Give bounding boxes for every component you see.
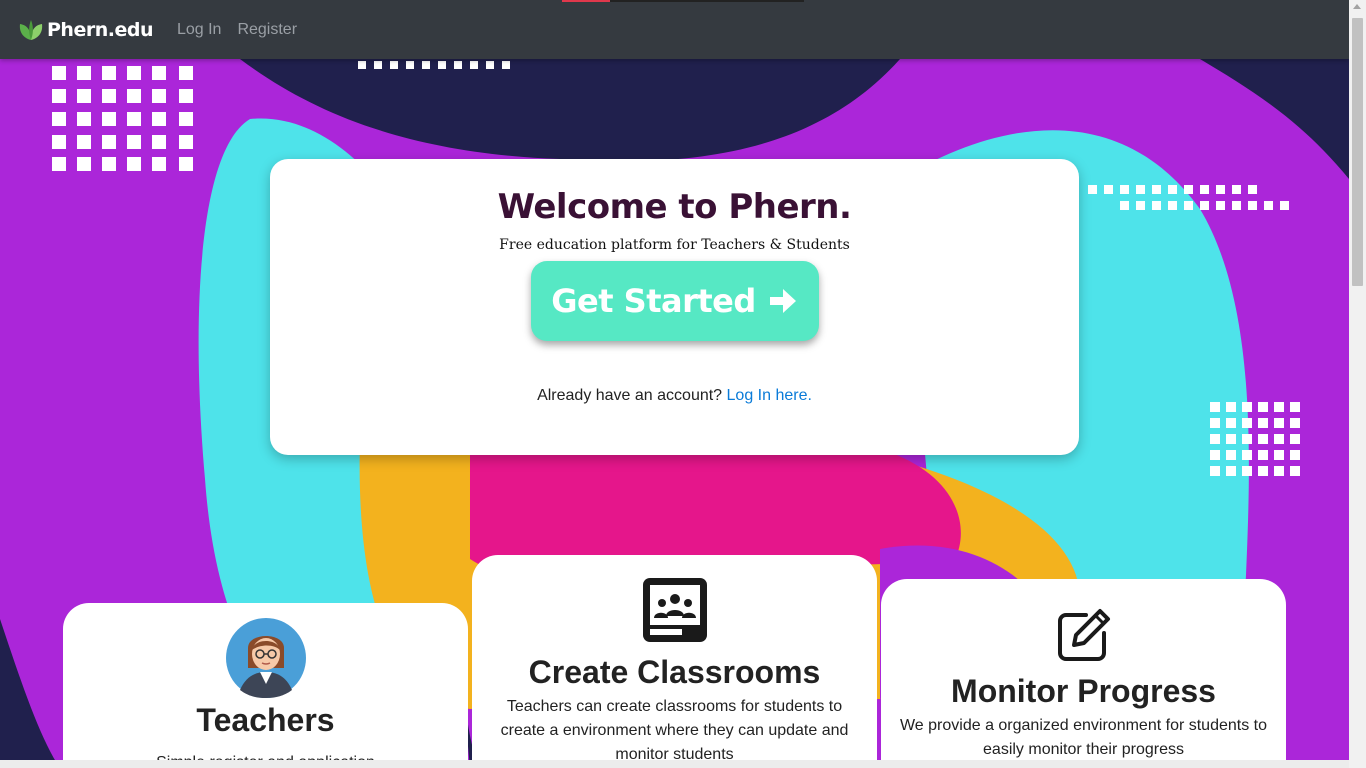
- welcome-card: Welcome to Phern. Free education platfor…: [270, 159, 1079, 455]
- feature-title-progress: Monitor Progress: [951, 673, 1216, 709]
- feature-title-classrooms: Create Classrooms: [528, 654, 821, 690]
- edit-icon: [1057, 609, 1110, 661]
- classroom-icon: [642, 578, 707, 642]
- login-here-link[interactable]: Log In here.: [727, 387, 812, 404]
- navbar: Phern.edu Log In Register: [0, 0, 1349, 59]
- feature-card-classrooms: Create Classrooms Teachers can create cl…: [472, 555, 877, 768]
- nav-login-link[interactable]: Log In: [177, 21, 221, 39]
- arrow-right-icon: [769, 289, 796, 313]
- feature-card-progress: Monitor Progress We provide a organized …: [881, 579, 1286, 768]
- scrollbar-thumb[interactable]: [1352, 18, 1363, 286]
- brand-link[interactable]: Phern.edu: [17, 18, 153, 42]
- bottom-strip: [0, 760, 1349, 768]
- top-accent-bar: [562, 0, 804, 2]
- feature-title-teachers: Teachers: [196, 702, 335, 738]
- leaf-logo-icon: [19, 19, 43, 40]
- feature-card-teachers: Teachers Simple register and application: [63, 603, 468, 768]
- login-prompt-text: Already have an account?: [537, 387, 723, 404]
- welcome-subtitle: Free education platform for Teachers & S…: [499, 237, 850, 253]
- get-started-label: Get Started: [551, 282, 756, 320]
- dot-grid-top-left: [52, 66, 193, 171]
- page-scrollbar[interactable]: [1349, 0, 1366, 768]
- nav-register-link[interactable]: Register: [237, 21, 297, 39]
- teacher-avatar-icon: [225, 618, 306, 698]
- brand-text: Phern.edu: [47, 18, 153, 41]
- login-prompt: Already have an account? Log In here.: [270, 387, 1079, 405]
- feature-text-progress: We provide a organized environment for s…: [899, 717, 1268, 758]
- scroll-up-arrow-icon[interactable]: [1353, 4, 1361, 9]
- welcome-title: Welcome to Phern.: [497, 187, 852, 227]
- feature-text-classrooms: Teachers can create classrooms for stude…: [500, 698, 849, 763]
- get-started-button[interactable]: Get Started: [530, 261, 819, 341]
